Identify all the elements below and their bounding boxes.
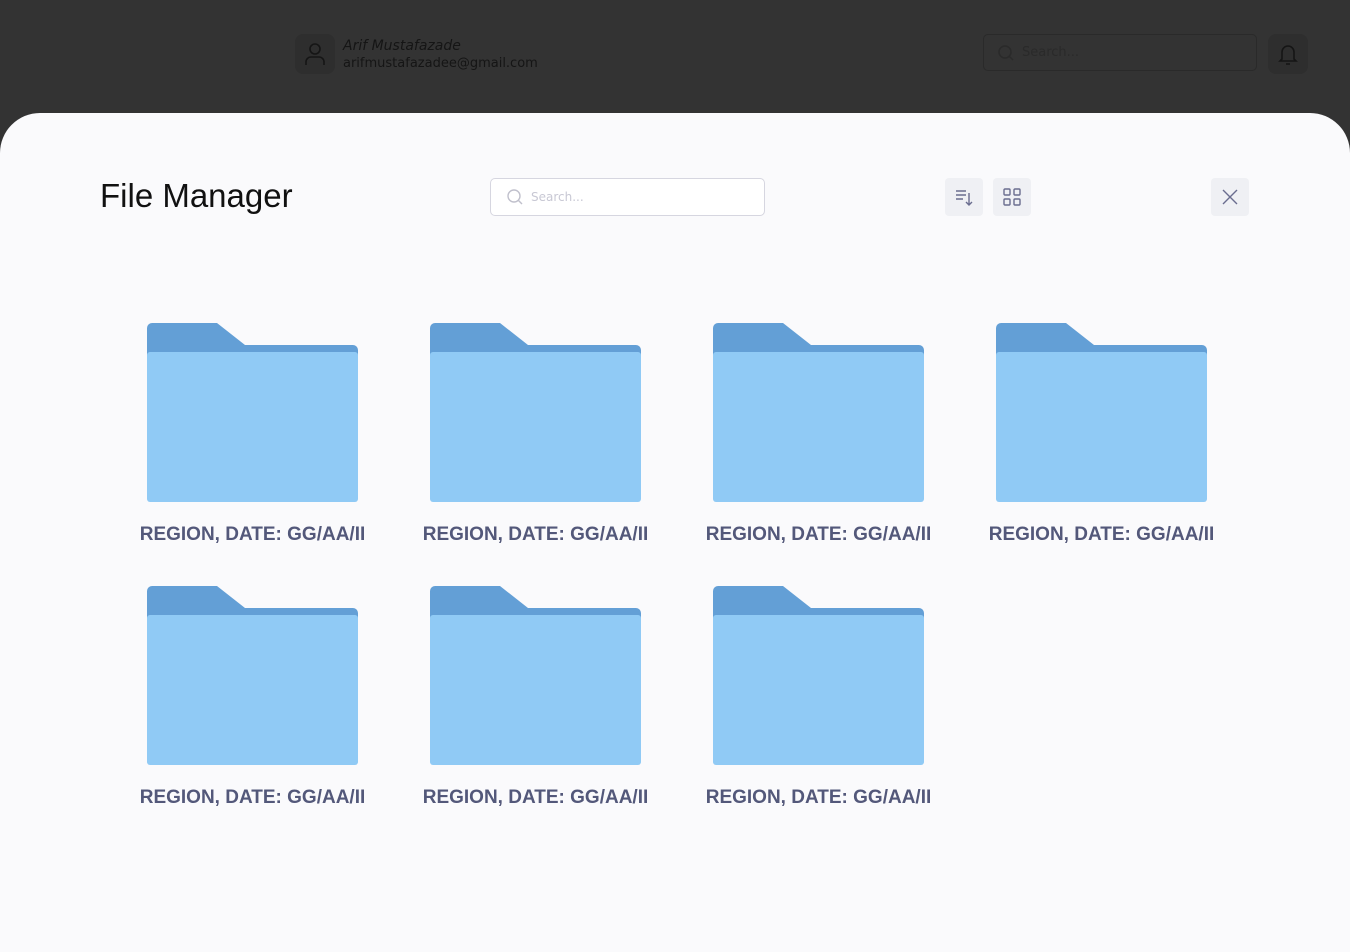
folder-icon bbox=[147, 323, 358, 502]
close-button[interactable] bbox=[1211, 178, 1249, 216]
header-search-placeholder: Search... bbox=[1022, 45, 1080, 60]
folder-label: REGION, DATE: GG/AA/II bbox=[422, 787, 649, 808]
folder-label: REGION, DATE: GG/AA/II bbox=[139, 524, 366, 545]
folder-icon bbox=[713, 323, 924, 502]
folder-item[interactable]: REGION, DATE: GG/AA/II bbox=[701, 586, 936, 809]
grid-view-button[interactable] bbox=[993, 178, 1031, 216]
grid-icon bbox=[1003, 188, 1021, 206]
search-placeholder: Search... bbox=[531, 190, 584, 204]
close-icon bbox=[1222, 189, 1238, 205]
search-input[interactable]: Search... bbox=[490, 178, 765, 216]
folder-label: REGION, DATE: GG/AA/II bbox=[422, 524, 649, 545]
folder-label: REGION, DATE: GG/AA/II bbox=[705, 524, 932, 545]
page-title: File Manager bbox=[100, 177, 293, 214]
file-manager-modal: File Manager Search... REGION, DATE: GG/… bbox=[0, 113, 1350, 952]
folder-label: REGION, DATE: GG/AA/II bbox=[139, 787, 366, 808]
folder-item[interactable]: REGION, DATE: GG/AA/II bbox=[418, 323, 653, 546]
user-email: arifmustafazadee@gmail.com bbox=[343, 55, 538, 71]
search-icon bbox=[507, 189, 523, 205]
folder-icon bbox=[430, 323, 641, 502]
folder-icon bbox=[713, 586, 924, 765]
folder-item[interactable]: REGION, DATE: GG/AA/II bbox=[135, 323, 370, 546]
user-profile[interactable]: Arif Mustafazade arifmustafazadee@gmail.c… bbox=[295, 34, 538, 74]
user-name: Arif Mustafazade bbox=[343, 37, 461, 54]
folder-item[interactable]: REGION, DATE: GG/AA/II bbox=[701, 323, 936, 546]
folder-icon bbox=[996, 323, 1207, 502]
header-search-input[interactable]: Search... bbox=[983, 34, 1257, 71]
sort-button[interactable] bbox=[945, 178, 983, 216]
notification-bell-icon[interactable] bbox=[1268, 34, 1308, 74]
sort-icon bbox=[956, 190, 973, 206]
folder-icon bbox=[147, 586, 358, 765]
folder-label: REGION, DATE: GG/AA/II bbox=[988, 524, 1215, 545]
folder-icon bbox=[430, 586, 641, 765]
folder-item[interactable]: REGION, DATE: GG/AA/II bbox=[135, 586, 370, 809]
folder-item[interactable]: REGION, DATE: GG/AA/II bbox=[984, 323, 1219, 546]
folder-grid: REGION, DATE: GG/AA/II REGION, DATE: GG/A… bbox=[135, 323, 1267, 809]
folder-label: REGION, DATE: GG/AA/II bbox=[705, 787, 932, 808]
user-icon bbox=[295, 34, 335, 74]
folder-item[interactable]: REGION, DATE: GG/AA/II bbox=[418, 586, 653, 809]
search-icon bbox=[998, 44, 1014, 61]
